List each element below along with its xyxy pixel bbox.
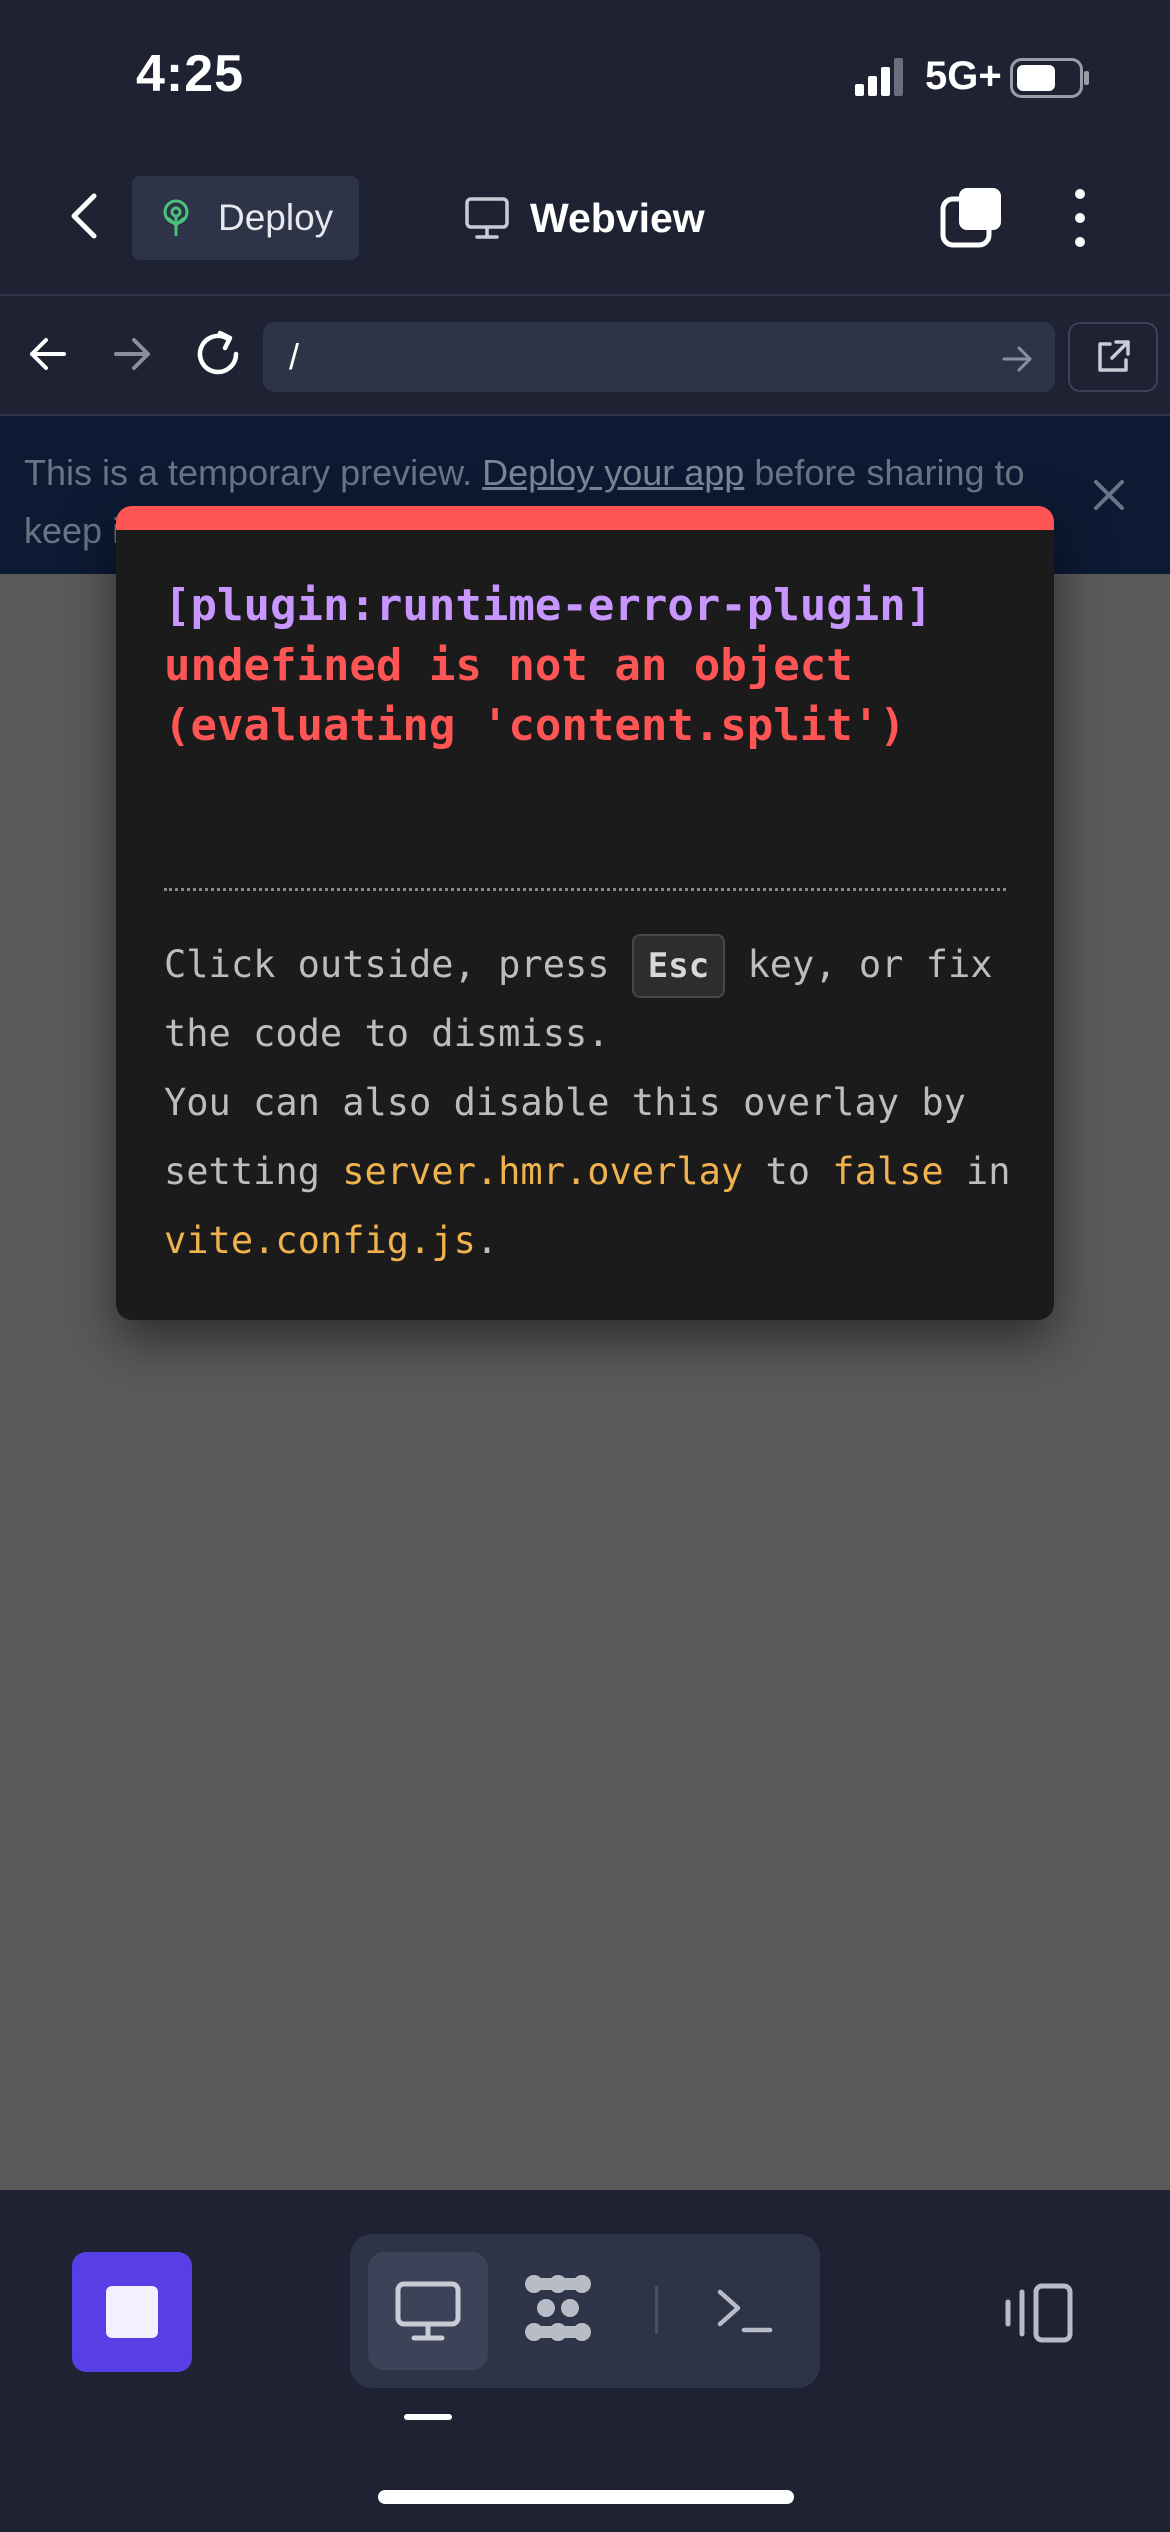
deploy-label: Deploy	[218, 197, 334, 238]
deploy-button[interactable]: Deploy	[132, 176, 359, 260]
monitor-icon	[395, 2281, 461, 2341]
open-external-button[interactable]	[1068, 322, 1158, 392]
stop-icon	[106, 2286, 158, 2338]
close-icon[interactable]	[1090, 476, 1128, 514]
page-title: Webview	[464, 190, 705, 246]
code-snippet: vite.config.js	[164, 1219, 476, 1262]
terminal-icon[interactable]	[714, 2280, 774, 2340]
home-indicator[interactable]	[378, 2490, 794, 2504]
tip-text: to	[743, 1150, 833, 1193]
error-overlay: [plugin:runtime-error-plugin] undefined …	[116, 506, 1054, 1320]
tip-text: Click outside, press	[164, 943, 632, 986]
arrow-left-icon[interactable]	[26, 332, 70, 376]
stop-button[interactable]	[72, 2252, 192, 2372]
error-text: undefined is not an object (evaluating '…	[164, 640, 906, 751]
divider	[655, 2286, 658, 2334]
active-tab-indicator	[404, 2414, 452, 2420]
tool-switcher	[350, 2234, 820, 2388]
signal-icon	[855, 58, 903, 96]
banner-text-before: This is a temporary preview.	[24, 452, 483, 493]
page-title-label: Webview	[530, 194, 705, 241]
arrow-right-icon[interactable]	[110, 332, 154, 376]
external-link-icon	[1098, 340, 1130, 372]
tip-text: in	[943, 1150, 1011, 1193]
url-bar	[0, 294, 1170, 416]
status-time: 4:25	[136, 45, 245, 103]
battery-icon	[1010, 58, 1089, 98]
error-plugin: [plugin:runtime-error-plugin]	[164, 580, 933, 631]
error-message: [plugin:runtime-error-plugin] undefined …	[164, 576, 1024, 756]
monitor-icon	[465, 197, 509, 239]
code-snippet: server.hmr.overlay	[342, 1150, 744, 1193]
error-tip: Click outside, press Esc key, or fix the…	[164, 930, 1024, 1275]
url-input[interactable]	[263, 322, 1055, 392]
app-screen: 4:25 5G+ Deploy Webview / This is a temp…	[0, 0, 1170, 2532]
deploy-tree-icon	[163, 199, 189, 236]
panels-icon[interactable]	[1002, 2282, 1074, 2344]
tip-text: .	[475, 1219, 499, 1262]
error-accent-bar	[116, 506, 1054, 530]
agent-icon[interactable]	[518, 2268, 598, 2348]
divider	[164, 888, 1006, 891]
deploy-app-link[interactable]: Deploy your app	[482, 452, 744, 493]
code-snippet: false	[832, 1150, 944, 1193]
go-arrow-icon[interactable]	[1000, 342, 1034, 376]
esc-key: Esc	[631, 934, 726, 998]
network-label: 5G+	[925, 54, 1002, 98]
webview-tool-button[interactable]	[368, 2252, 488, 2370]
chevron-left-icon[interactable]	[60, 186, 110, 246]
more-vertical-icon[interactable]	[1058, 186, 1102, 250]
tabs-icon[interactable]	[940, 186, 1004, 250]
reload-icon[interactable]	[192, 328, 244, 380]
